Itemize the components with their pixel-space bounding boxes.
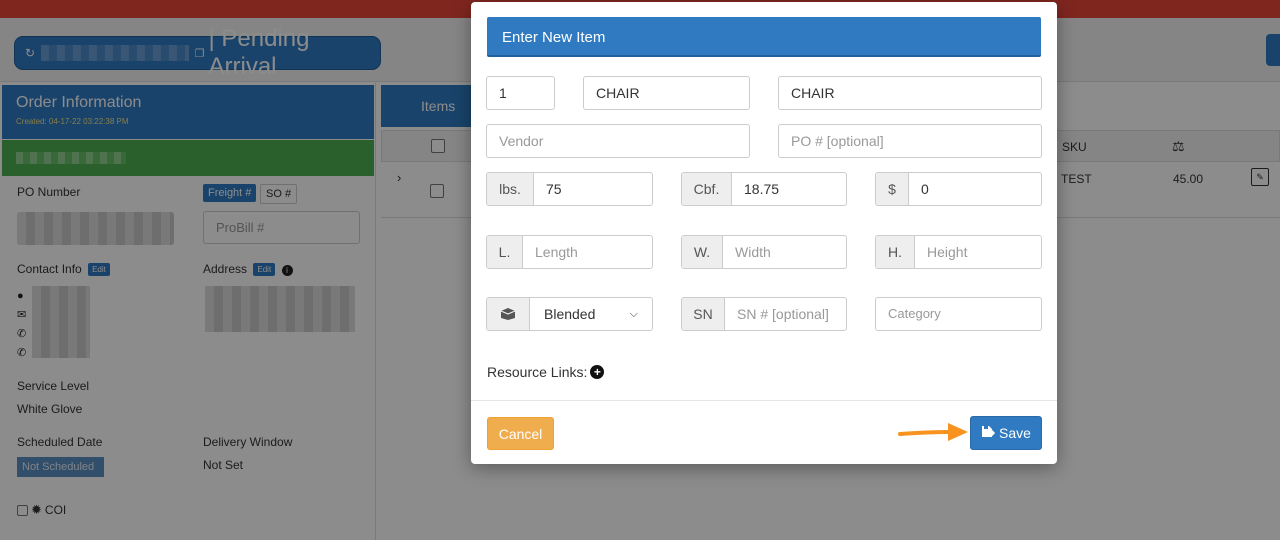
packaging-select-group: Blended ⌵ <box>486 297 653 331</box>
arrow-annotation-icon <box>898 423 968 441</box>
weight-input[interactable]: 75 <box>534 173 652 205</box>
modal-footer-divider <box>471 400 1057 401</box>
dollar-addon: $ <box>876 173 909 205</box>
serial-number-input[interactable]: SN # [optional] <box>725 298 846 330</box>
item-name-input[interactable]: CHAIR <box>583 76 750 110</box>
cbf-addon: Cbf. <box>682 173 732 205</box>
height-input[interactable]: Height <box>915 236 1041 268</box>
add-resource-link-icon[interactable]: + <box>590 365 605 379</box>
height-addon: H. <box>876 236 915 268</box>
length-addon: L. <box>487 236 523 268</box>
cbf-input[interactable]: 18.75 <box>732 173 846 205</box>
lbs-addon: lbs. <box>487 173 534 205</box>
packaging-select[interactable]: Blended ⌵ <box>530 298 652 330</box>
po-number-input[interactable]: PO # [optional] <box>778 124 1042 158</box>
width-input-group: W. Width <box>681 235 847 269</box>
weight-input-group: lbs. 75 <box>486 172 653 206</box>
save-label: Save <box>999 425 1031 441</box>
resource-links-label: Resource Links: <box>487 364 588 380</box>
vendor-input[interactable]: Vendor <box>486 124 750 158</box>
serial-input-group: SN SN # [optional] <box>681 297 847 331</box>
cancel-button[interactable]: Cancel <box>487 417 554 450</box>
resource-links: Resource Links: + <box>487 364 605 380</box>
cbf-input-group: Cbf. 18.75 <box>681 172 847 206</box>
box-icon <box>487 298 530 330</box>
category-input[interactable]: Category <box>875 297 1042 331</box>
item-description-input[interactable]: CHAIR <box>778 76 1042 110</box>
width-addon: W. <box>682 236 723 268</box>
price-input-group: $ 0 <box>875 172 1042 206</box>
chevron-down-icon: ⌵ <box>629 307 638 320</box>
length-input[interactable]: Length <box>523 236 652 268</box>
price-input[interactable]: 0 <box>909 173 1041 205</box>
modal-title: Enter New Item <box>487 17 1041 57</box>
enter-new-item-modal: Enter New Item 1 CHAIR CHAIR Vendor PO #… <box>471 2 1057 464</box>
save-button[interactable]: Save <box>970 416 1042 450</box>
save-icon <box>981 425 996 441</box>
packaging-selected-value: Blended <box>544 306 596 322</box>
width-input[interactable]: Width <box>723 236 846 268</box>
height-input-group: H. Height <box>875 235 1042 269</box>
sn-addon: SN <box>682 298 725 330</box>
quantity-input[interactable]: 1 <box>486 76 555 110</box>
length-input-group: L. Length <box>486 235 653 269</box>
